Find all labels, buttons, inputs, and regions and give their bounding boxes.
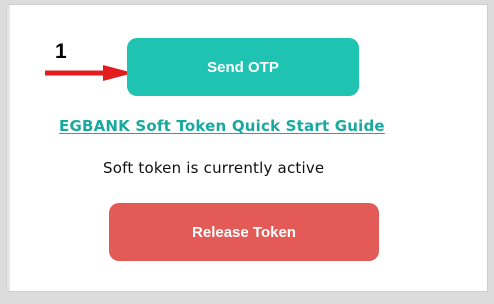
quick-start-guide-link[interactable]: EGBANK Soft Token Quick Start Guide [59,117,385,135]
right-arrow-icon [45,65,133,81]
token-status-text: Soft token is currently active [103,159,325,177]
step-number-label: 1 [55,40,67,63]
release-token-button[interactable]: Release Token [109,203,379,261]
send-otp-button[interactable]: Send OTP [127,38,359,96]
token-panel: 1 Send OTP EGBANK Soft Token Quick Start… [6,4,488,292]
panel-left-border [7,5,10,291]
